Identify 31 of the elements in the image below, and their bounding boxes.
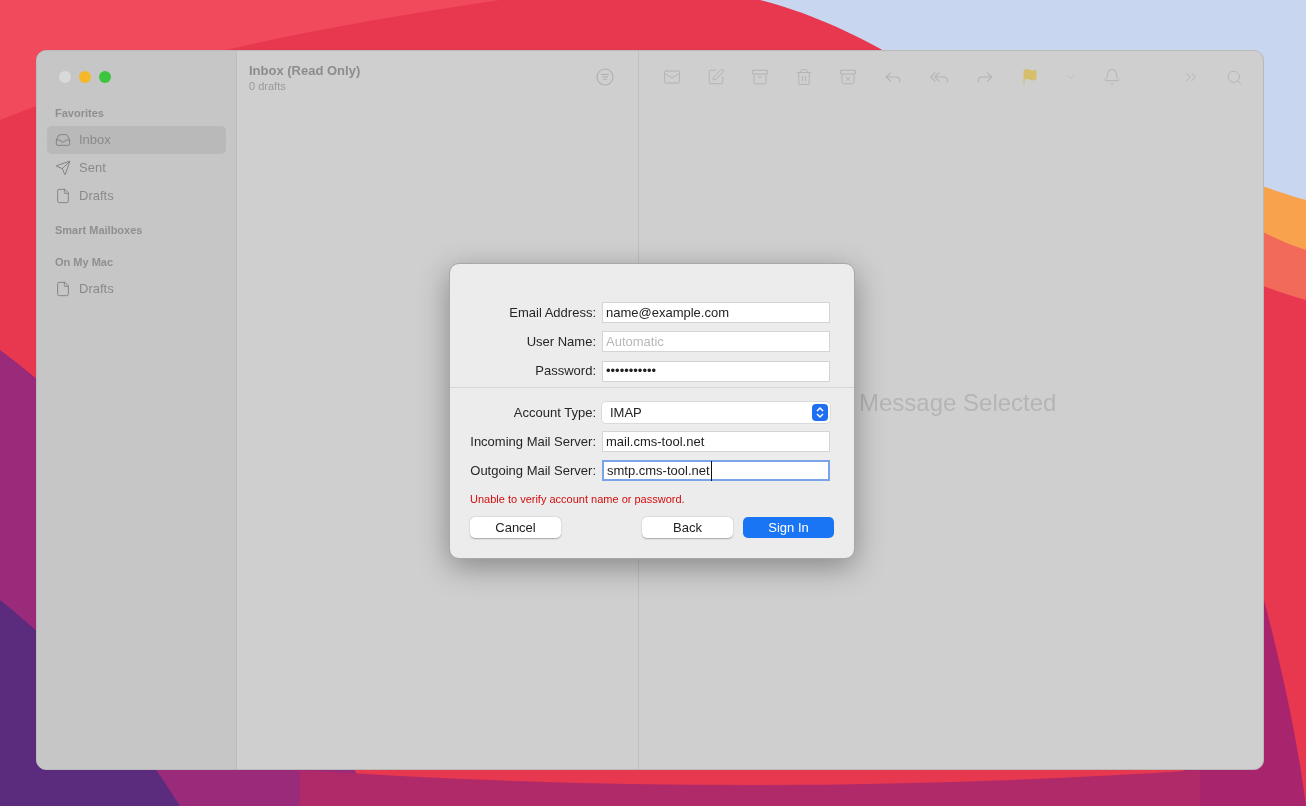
search-icon[interactable] [1226,68,1243,86]
field-label: Email Address: [508,303,597,322]
dialog-button[interactable]: Sign In [743,517,834,539]
minimize-window-button[interactable] [79,71,91,83]
document-icon [55,280,71,297]
flag-icon[interactable] [1021,68,1039,86]
field-label: Incoming Mail Server: [470,432,597,451]
paper-plane-icon [55,159,71,176]
field-label: User Name: [525,333,597,352]
dialog-button[interactable]: Cancel [470,517,561,539]
stepper-icon [812,403,828,421]
archive-icon[interactable] [751,68,769,86]
zoom-window-button[interactable] [99,71,111,83]
error-message: Unable to verify account name or password. [470,491,686,507]
input-field[interactable]: name@example.com [602,302,830,324]
field-label: Account Type: [512,403,597,422]
junk-icon[interactable] [839,68,857,86]
dialog-button[interactable]: Back [642,517,733,539]
account-type-select[interactable]: IMAP [602,401,830,423]
inbox-icon [55,131,71,148]
document-icon [55,187,71,204]
filter-icon[interactable] [596,68,614,86]
bell-icon[interactable] [1103,68,1121,86]
input-field[interactable]: smtp.cms-tool.net [602,460,830,482]
trash-icon[interactable] [795,68,813,86]
field-label: Outgoing Mail Server: [470,462,597,481]
input-field[interactable]: ••••••••••• [602,360,830,382]
mailbox-title: Inbox (Read Only) [249,63,361,79]
envelope-icon[interactable] [663,68,681,86]
input-field[interactable]: mail.cms-tool.net [602,431,830,453]
field-label: Password: [534,362,597,381]
